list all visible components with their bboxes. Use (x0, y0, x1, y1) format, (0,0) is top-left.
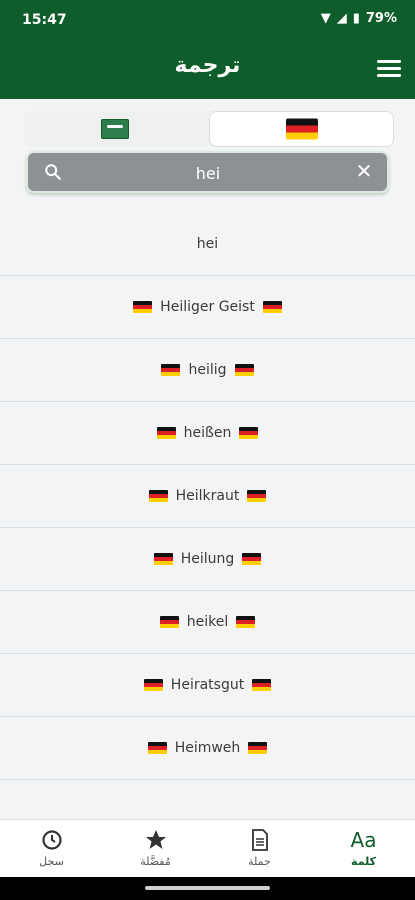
result-text: Heilung (180, 551, 235, 567)
germany-flag-icon (252, 679, 272, 691)
home-indicator[interactable] (145, 886, 270, 890)
nav-history-label: سجل (39, 855, 64, 868)
nav-sentence[interactable]: جملة (208, 820, 311, 878)
list-item[interactable]: heißen (0, 402, 415, 465)
germany-flag-icon (143, 679, 163, 691)
page-title: ترجمة (174, 53, 241, 78)
germany-flag-icon (161, 364, 181, 376)
history-icon (41, 830, 62, 850)
nav-favorites[interactable]: مُفضَّلة (104, 820, 207, 878)
result-text: Heimweh (174, 740, 241, 756)
close-icon[interactable]: ✕ (355, 161, 373, 181)
germany-flag-icon (236, 616, 256, 628)
result-text: heißen (183, 425, 232, 441)
germany-flag-icon (239, 427, 259, 439)
result-text: Heilkraut (175, 488, 240, 504)
german-language-button[interactable] (209, 111, 394, 147)
nav-word-label: كلمة (351, 855, 376, 868)
result-text: heilig (188, 362, 227, 378)
list-item[interactable]: heilig (0, 339, 415, 402)
list-item[interactable]: Heilkraut (0, 465, 415, 528)
nav-word[interactable]: Aa كلمة (312, 820, 415, 878)
battery-percent: 79% (365, 11, 397, 26)
signal-icon: ◢ (336, 11, 347, 26)
results-list: hei Heiliger Geist heilig heißen Heilkra… (0, 212, 415, 780)
list-item[interactable]: Heimweh (0, 717, 415, 780)
text-icon: Aa (350, 828, 377, 852)
germany-flag-icon (248, 742, 268, 754)
saudi-flag-icon (101, 119, 129, 139)
app-bar: ترجمة (0, 40, 415, 99)
germany-flag-icon (133, 301, 153, 313)
nav-sentence-label: جملة (248, 855, 271, 868)
list-item[interactable]: Heilung (0, 528, 415, 591)
nav-history[interactable]: سجل (0, 820, 103, 878)
language-toggle (24, 111, 394, 147)
arabic-language-button[interactable] (24, 111, 206, 147)
list-item[interactable]: Heiliger Geist (0, 276, 415, 339)
system-icons: ▼ ◢ ▮ 79% (321, 11, 397, 26)
search-input[interactable] (76, 160, 340, 186)
germany-flag-icon (242, 553, 262, 565)
battery-icon: ▮ (352, 11, 360, 26)
list-item[interactable]: heikel (0, 591, 415, 654)
germany-flag-icon (262, 301, 282, 313)
result-text: Heiliger Geist (160, 299, 255, 315)
germany-flag-icon (147, 742, 167, 754)
document-icon (251, 829, 268, 851)
star-icon (145, 830, 166, 849)
hamburger-menu-icon[interactable] (377, 60, 401, 78)
search-icon[interactable] (44, 163, 62, 181)
wifi-icon: ▼ (320, 11, 331, 26)
result-text: heikel (186, 614, 229, 630)
germany-flag-icon (148, 490, 168, 502)
germany-flag-icon (234, 364, 254, 376)
list-item[interactable]: hei (0, 212, 415, 276)
nav-favorites-label: مُفضَّلة (140, 855, 171, 868)
bottom-navigation: سجل مُفضَّلة جملة Aa كلمة (0, 819, 415, 878)
germany-flag-icon (285, 118, 318, 140)
result-text: Heiratsgut (170, 677, 245, 693)
germany-flag-icon (159, 616, 179, 628)
germany-flag-icon (247, 490, 267, 502)
result-text: hei (196, 235, 219, 252)
germany-flag-icon (153, 553, 173, 565)
system-navigation-bar (0, 877, 415, 900)
germany-flag-icon (156, 427, 176, 439)
status-time: 15:47 (22, 12, 67, 28)
search-box: ✕ (26, 151, 389, 193)
list-item[interactable]: Heiratsgut (0, 654, 415, 717)
status-bar: 15:47 ▼ ◢ ▮ 79% (0, 0, 415, 40)
